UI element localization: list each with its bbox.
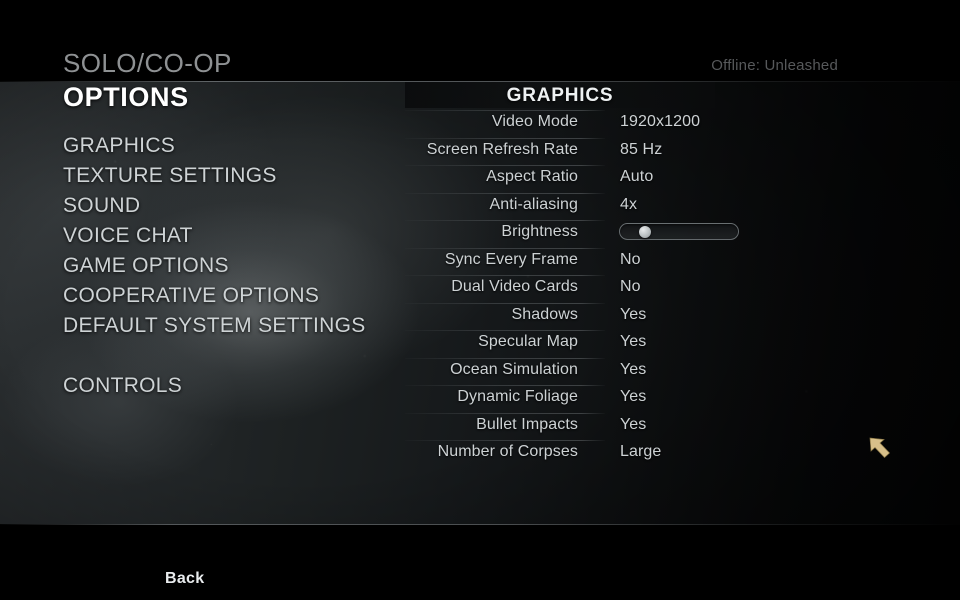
setting-row[interactable]: Anti-aliasing 4x: [405, 192, 745, 221]
settings-row-list: Video Mode 1920x1200 Screen Refresh Rate 85…: [405, 110, 745, 468]
footer-bar: [0, 525, 960, 600]
setting-row[interactable]: Brightness: [405, 220, 745, 248]
setting-label: Aspect Ratio: [486, 168, 578, 185]
setting-label: Video Mode: [491, 113, 578, 130]
row-separator: [405, 165, 605, 166]
setting-value: Large: [620, 443, 662, 460]
row-separator: [405, 110, 605, 111]
settings-panel: GRAPHICS Video Mode 1920x1200 Screen Refre…: [0, 0, 960, 600]
setting-value: Yes: [620, 333, 647, 350]
setting-value: Auto: [620, 168, 654, 185]
brightness-slider[interactable]: [619, 223, 739, 240]
setting-row[interactable]: Sync Every Frame No: [405, 247, 745, 276]
setting-row[interactable]: Bullet Impacts Yes: [405, 412, 745, 441]
row-separator: [405, 137, 605, 139]
setting-value: 4x: [620, 195, 638, 213]
setting-value: Yes: [620, 415, 647, 433]
setting-row[interactable]: Video Mode 1920x1200: [405, 110, 745, 138]
brightness-slider-knob[interactable]: [638, 225, 651, 238]
setting-row[interactable]: Dual Video Cards No: [405, 275, 745, 303]
setting-value: Yes: [620, 388, 647, 405]
setting-row[interactable]: Ocean Simulation Yes: [405, 357, 745, 386]
setting-row[interactable]: Number of Corpses Large: [405, 440, 745, 468]
panel-title: GRAPHICS: [506, 85, 614, 106]
setting-row[interactable]: Dynamic Foliage Yes: [405, 385, 745, 413]
setting-label: Ocean Simulation: [450, 360, 578, 378]
setting-label: Brightness: [501, 223, 578, 240]
row-separator: [405, 330, 605, 331]
setting-value: 1920x1200: [620, 113, 701, 130]
row-separator: [405, 412, 605, 414]
setting-label: Shadows: [511, 305, 578, 323]
setting-label: Bullet Impacts: [476, 415, 578, 433]
back-button[interactable]: Back: [165, 570, 204, 588]
setting-label: Anti-aliasing: [489, 195, 578, 213]
setting-value: Yes: [620, 360, 647, 378]
setting-label: Dynamic Foliage: [457, 388, 578, 405]
setting-value: No: [620, 278, 641, 295]
row-separator: [405, 302, 605, 304]
setting-label: Screen Refresh Rate: [426, 140, 578, 158]
setting-label: Number of Corpses: [437, 443, 578, 460]
setting-row[interactable]: Screen Refresh Rate 85 Hz: [405, 137, 745, 166]
setting-label: Sync Every Frame: [444, 250, 578, 268]
setting-value: Yes: [620, 305, 647, 323]
setting-label: Specular Map: [478, 333, 578, 350]
setting-row[interactable]: Shadows Yes: [405, 302, 745, 331]
row-separator: [405, 192, 605, 194]
row-separator: [405, 440, 605, 441]
setting-label: Dual Video Cards: [451, 278, 578, 295]
setting-value: 85 Hz: [620, 140, 663, 158]
row-separator: [405, 220, 605, 221]
setting-row[interactable]: Aspect Ratio Auto: [405, 165, 745, 193]
options-screen: SOLO/CO-OP Offline: Unleashed OPTIONS GR…: [0, 0, 960, 600]
row-separator: [405, 385, 605, 386]
setting-row[interactable]: Specular Map Yes: [405, 330, 745, 358]
row-separator: [405, 357, 605, 359]
setting-value: No: [620, 250, 641, 268]
row-separator: [405, 247, 605, 249]
row-separator: [405, 275, 605, 276]
